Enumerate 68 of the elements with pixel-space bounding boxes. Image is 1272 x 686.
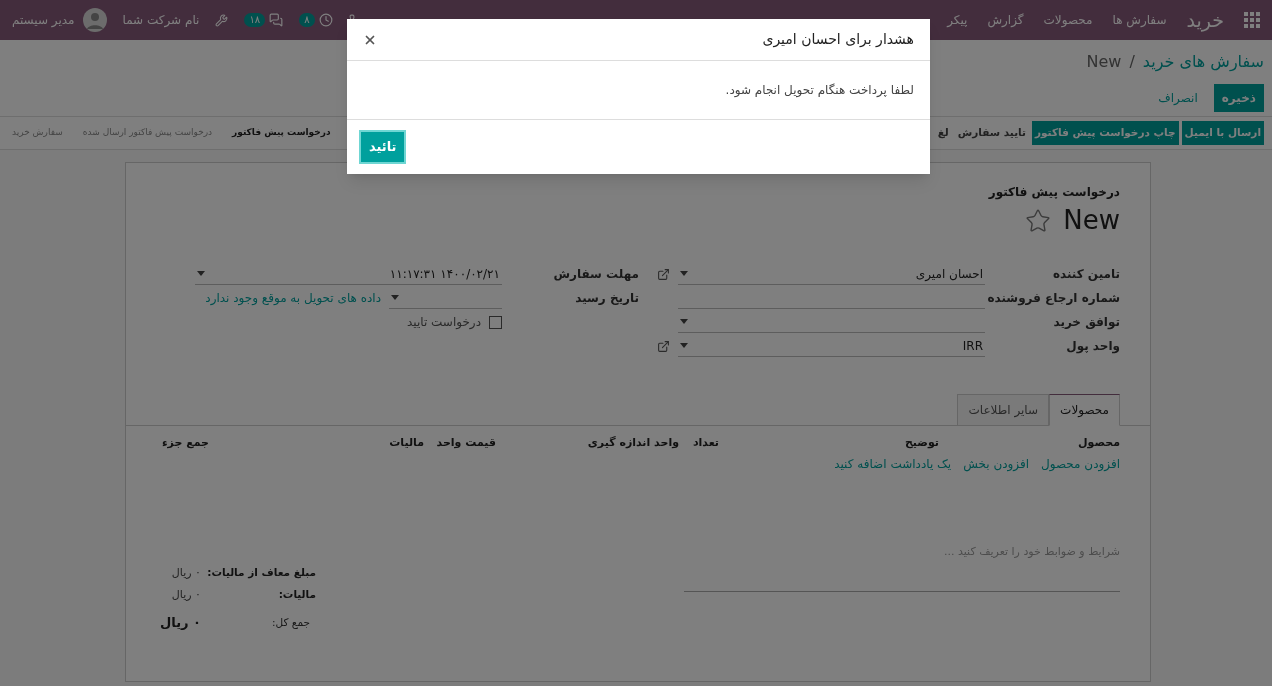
- menu-item[interactable]: محصولات: [1043, 11, 1093, 29]
- dialog-message: لطفا پرداخت هنگام تحویل انجام شود.: [725, 83, 914, 97]
- message-count-badge: ۱۸: [244, 13, 266, 27]
- record-title: New: [1063, 204, 1120, 237]
- menu-item[interactable]: گزارش: [987, 11, 1024, 29]
- activity-count-badge: ۸: [299, 13, 315, 27]
- total-value: ۰ ریال: [171, 586, 201, 603]
- field-label: مهلت سفارش: [552, 266, 639, 283]
- column-header[interactable]: قیمت واحد: [436, 436, 496, 449]
- chat-icon[interactable]: [269, 13, 284, 27]
- add-line-link[interactable]: افزودن محصول: [1041, 455, 1120, 473]
- total-label: مالیات:: [277, 587, 316, 603]
- header-button[interactable]: لغ: [934, 121, 952, 145]
- save-button[interactable]: ذخیره: [1213, 84, 1264, 112]
- breadcrumb-separator: /: [1129, 51, 1135, 73]
- apps-grid-icon[interactable]: [1244, 12, 1260, 28]
- checkbox[interactable]: [489, 315, 502, 329]
- caret-icon: [391, 295, 399, 300]
- tab[interactable]: محصولات: [1049, 394, 1120, 426]
- status-stage[interactable]: درخواست پیش فاکتور: [232, 126, 331, 140]
- field-label: توافق خرید: [1052, 314, 1120, 331]
- caret-icon: [680, 271, 688, 276]
- confirm-button[interactable]: تائید: [361, 132, 405, 162]
- header-button[interactable]: تایید سفارش: [954, 121, 1029, 145]
- field-label: تاریخ رسید: [574, 290, 639, 307]
- menu-item[interactable]: سفارش ها: [1112, 11, 1167, 29]
- dropdown-field[interactable]: ۱۴۰۰/۰۲/۲۱ ۱۱:۱۷:۳۱: [195, 263, 502, 285]
- status-stage[interactable]: سفارش خرید: [12, 126, 63, 140]
- user-name[interactable]: مدیر سیستم: [12, 11, 75, 29]
- column-header[interactable]: جمع جزء: [161, 436, 209, 449]
- column-header[interactable]: واحد اندازه گیری: [587, 436, 679, 449]
- dropdown-field[interactable]: احسان امیری: [678, 263, 985, 285]
- header-button[interactable]: ارسال با ایمیل: [1181, 121, 1264, 145]
- dialog-title: هشدار برای احسان امیری: [762, 30, 914, 50]
- caret-icon: [197, 271, 205, 276]
- app-title[interactable]: خرید: [1186, 5, 1224, 35]
- clock-icon[interactable]: [318, 13, 333, 27]
- external-link-icon[interactable]: [657, 339, 670, 353]
- tab[interactable]: سایر اطلاعات: [957, 394, 1050, 426]
- breadcrumb-link[interactable]: سفارش های خرید: [1142, 50, 1264, 74]
- add-line-link[interactable]: یک یادداشت اضافه کنید: [834, 455, 952, 473]
- dropdown-field[interactable]: IRR: [678, 335, 985, 357]
- total-label: مبلغ معاف از مالیات:: [206, 565, 316, 581]
- delivery-info-link[interactable]: داده های تحویل به موقع وجود ندارد: [205, 289, 381, 307]
- form-subtitle: درخواست پیش فاکتور: [987, 184, 1120, 201]
- discard-button[interactable]: انصراف: [1150, 84, 1206, 112]
- header-button[interactable]: چاپ درخواست پیش فاکتور: [1031, 121, 1179, 145]
- field-label: شماره ارجاع فروشنده: [986, 290, 1120, 307]
- breadcrumb-current: New: [1086, 51, 1122, 73]
- column-header[interactable]: تعداد: [692, 436, 719, 449]
- star-icon[interactable]: [1025, 207, 1052, 234]
- field-label: واحد پول: [1065, 338, 1120, 355]
- add-line-link[interactable]: افزودن بخش: [963, 455, 1030, 473]
- company-name[interactable]: نام شرکت شما: [122, 11, 200, 29]
- caret-icon: [680, 319, 688, 324]
- total-value: ۰ ریال: [160, 614, 201, 633]
- avatar-icon[interactable]: [82, 8, 107, 32]
- column-header[interactable]: توضیح: [904, 436, 939, 449]
- wrench-icon[interactable]: [215, 13, 229, 27]
- total-value: ۰ ریال: [171, 564, 201, 581]
- checkbox-label: درخواست تایید: [407, 314, 481, 331]
- caret-icon: [680, 343, 688, 348]
- external-link-icon[interactable]: [657, 267, 670, 281]
- column-header[interactable]: مالیات: [389, 436, 424, 449]
- column-header[interactable]: محصول: [1077, 436, 1120, 449]
- field-label: تامین کننده: [1051, 266, 1120, 283]
- menu-item[interactable]: پیکر: [947, 11, 968, 29]
- total-label: جمع کل:: [271, 615, 311, 631]
